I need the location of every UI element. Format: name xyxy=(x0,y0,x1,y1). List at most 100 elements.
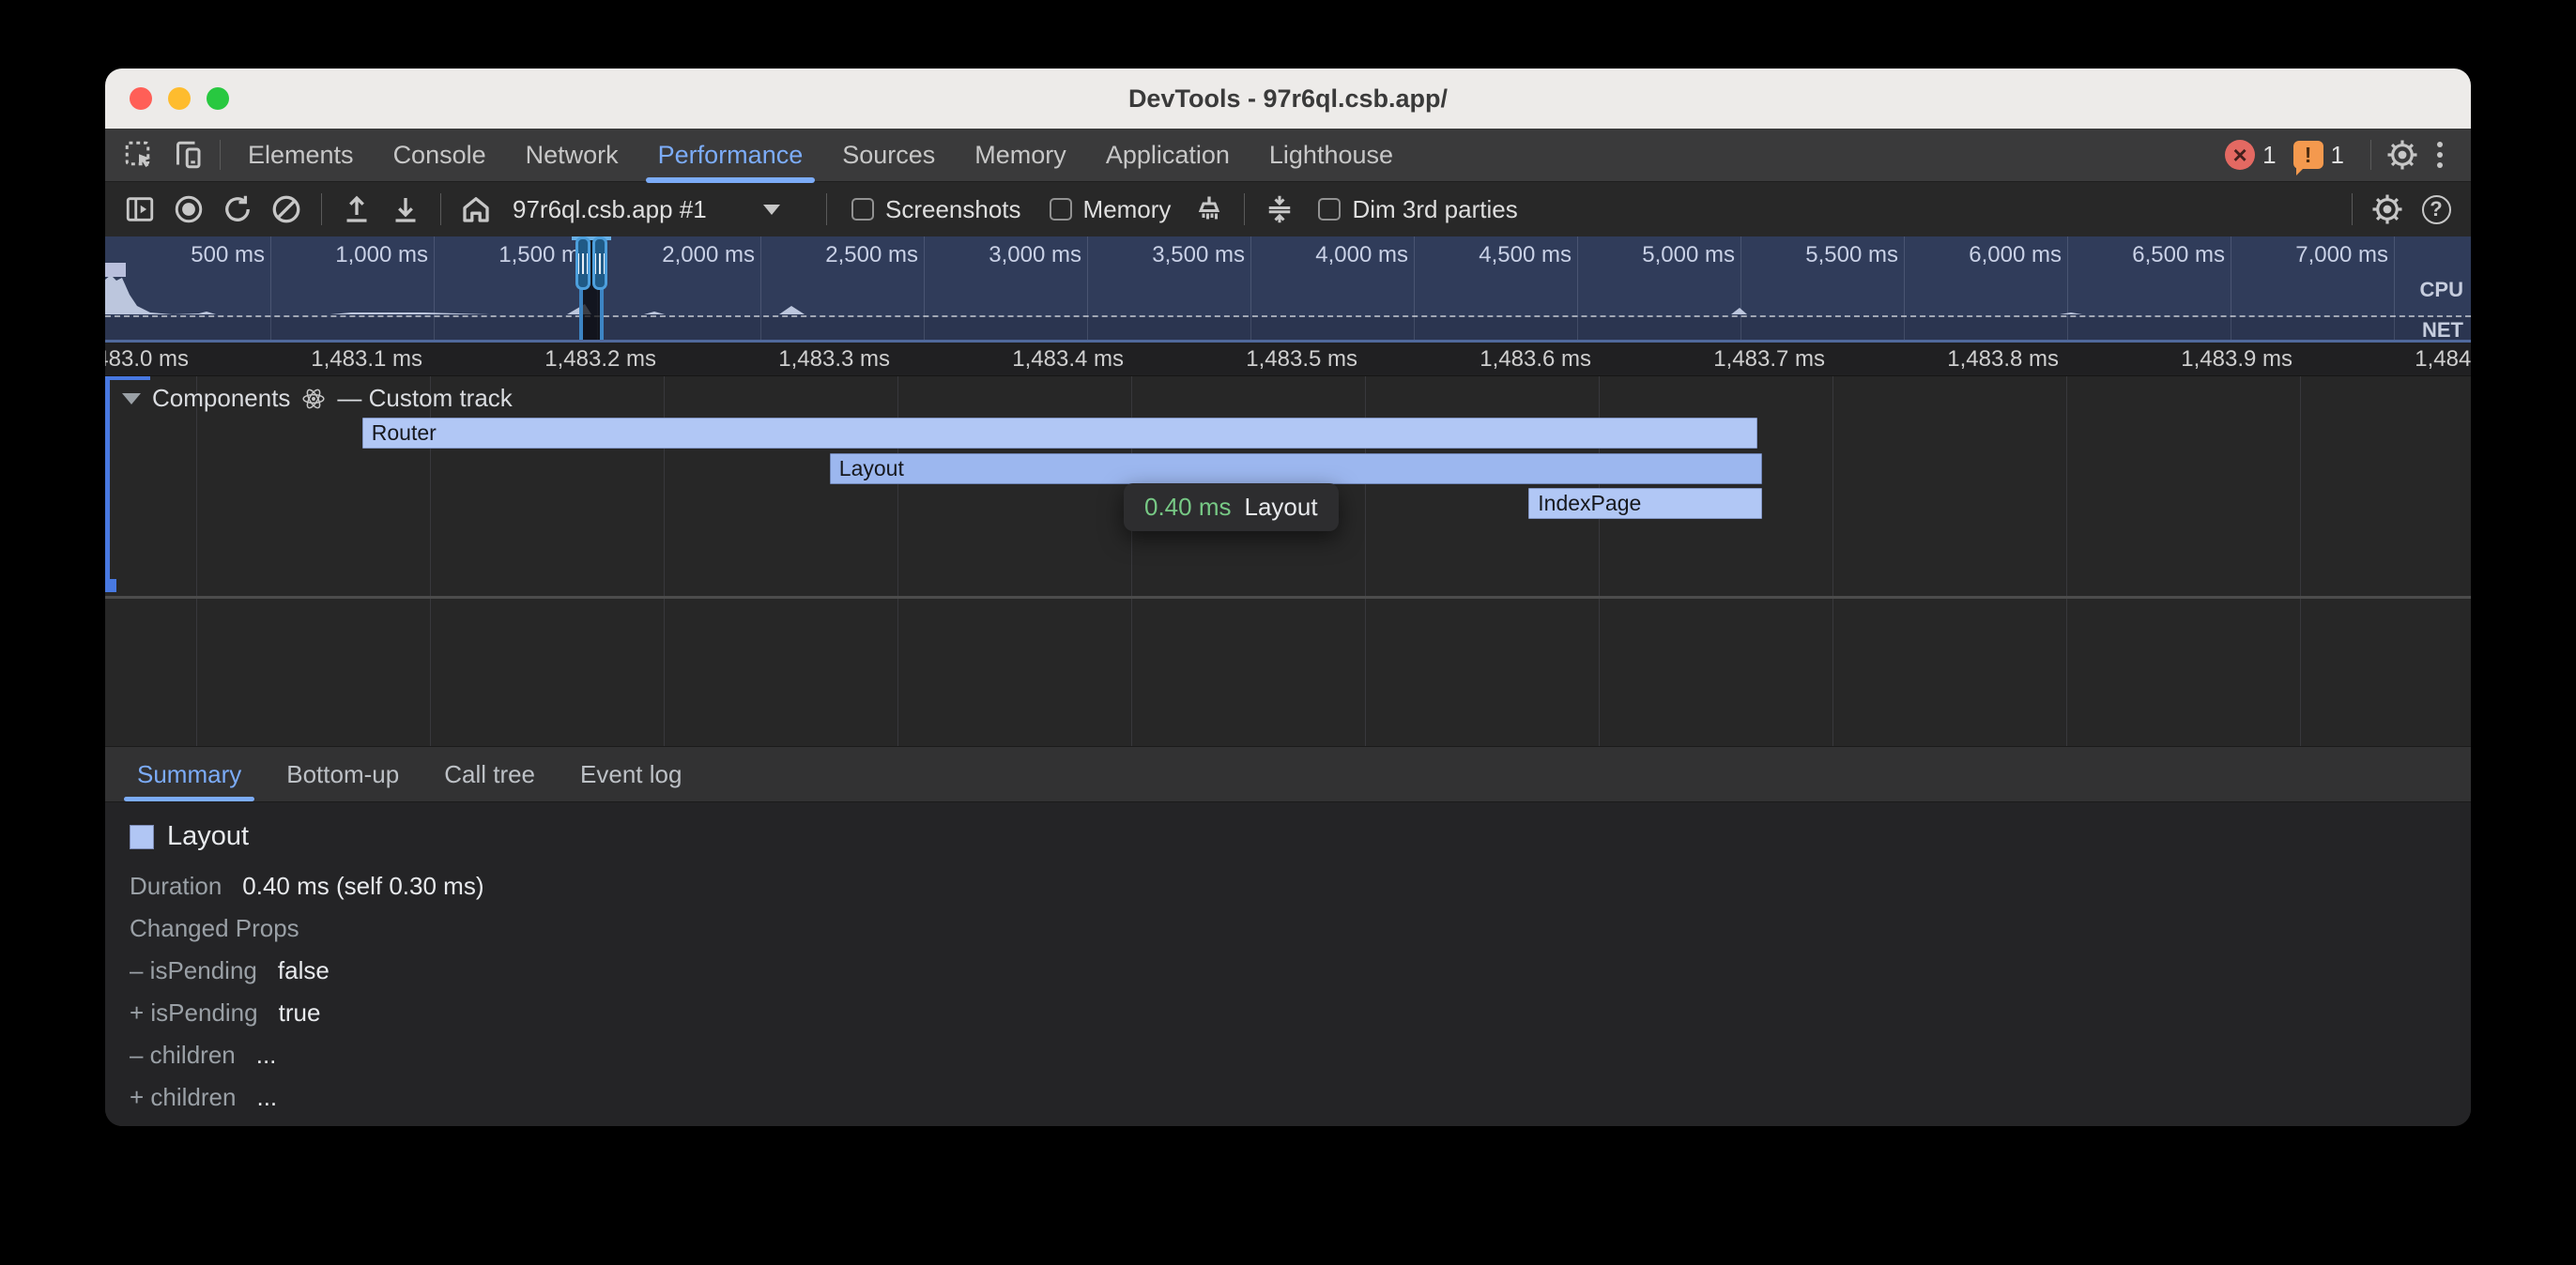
devtools-tab-bar: ElementsConsoleNetworkPerformanceSources… xyxy=(105,129,2471,182)
help-icon[interactable]: ? xyxy=(2415,188,2458,231)
error-badge-icon[interactable]: × xyxy=(2225,140,2255,170)
summary-row-value: ... xyxy=(256,1040,277,1070)
selection-handle-left[interactable] xyxy=(575,236,590,290)
summary-title-row: Layout xyxy=(130,821,2471,852)
flame-event-router[interactable]: Router xyxy=(362,418,1758,449)
overview-tick-label: 5,000 ms xyxy=(1642,242,1735,268)
summary-row-ispending: + isPendingtrue xyxy=(130,998,2471,1028)
track-name: Components xyxy=(152,384,290,413)
details-tab-bottom-up[interactable]: Bottom-up xyxy=(264,747,422,801)
summary-row-ispending: – isPendingfalse xyxy=(130,955,2471,985)
flame-chart-area[interactable]: Components — Custom track Router Layout In… xyxy=(105,376,2471,746)
summary-row-value: false xyxy=(278,955,330,985)
issue-count: 1 xyxy=(2331,141,2344,170)
summary-row-label: + children xyxy=(130,1082,236,1112)
summary-row-value: 0.40 ms (self 0.30 ms) xyxy=(242,871,483,901)
detail-tick-label: 1,483.8 ms xyxy=(1947,346,2059,373)
screenshots-checkbox[interactable]: Screenshots xyxy=(840,195,1033,224)
selection-edge-left[interactable] xyxy=(579,285,583,340)
device-toolbar-icon[interactable] xyxy=(163,129,212,181)
detail-tick-label: 1,483.2 ms xyxy=(544,346,656,373)
upload-profile-icon[interactable] xyxy=(335,188,378,231)
minimize-window-button[interactable] xyxy=(168,87,191,110)
overview-tick-label: 2,500 ms xyxy=(825,242,918,268)
checkbox-icon xyxy=(1050,198,1072,221)
detail-tick-label: 1,483.1 ms xyxy=(311,346,422,373)
settings-gear-icon[interactable] xyxy=(2381,133,2424,176)
checkbox-label: Screenshots xyxy=(885,195,1021,224)
track-selected-accent-nub xyxy=(105,579,116,592)
detail-time-ruler[interactable]: 1,483.0 ms1,483.1 ms1,483.2 ms1,483.3 ms… xyxy=(105,343,2471,376)
close-window-button[interactable] xyxy=(130,87,152,110)
divider xyxy=(2370,140,2371,170)
performance-toolbar: 97r6ql.csb.app #1 Screenshots Memory xyxy=(105,182,2471,236)
tab-application[interactable]: Application xyxy=(1086,129,1250,181)
tab-bar-right: × 1 ! 1 xyxy=(2225,129,2471,181)
overview-tick-label: 500 ms xyxy=(191,242,265,268)
capture-settings-gear-icon[interactable] xyxy=(2366,188,2409,231)
divider xyxy=(1244,193,1245,225)
inspect-element-icon[interactable] xyxy=(115,129,163,181)
more-options-icon[interactable] xyxy=(2424,134,2456,175)
memory-checkbox[interactable]: Memory xyxy=(1038,195,1183,224)
title-bar: DevTools - 97r6ql.csb.app/ xyxy=(105,69,2471,129)
detail-tick-label: 1,483.0 ms xyxy=(105,346,189,373)
tab-memory[interactable]: Memory xyxy=(955,129,1086,181)
record-icon[interactable] xyxy=(167,188,210,231)
flame-event-layout[interactable]: Layout xyxy=(830,453,1763,484)
devtools-window: DevTools - 97r6ql.csb.app/ ElementsConso… xyxy=(105,69,2471,1126)
collect-garbage-icon[interactable] xyxy=(1188,188,1231,231)
summary-title: Layout xyxy=(167,821,249,852)
tab-sources[interactable]: Sources xyxy=(822,129,955,181)
details-tab-call-tree[interactable]: Call tree xyxy=(422,747,558,801)
detail-tick-label: 1,483.6 ms xyxy=(1480,346,1591,373)
traffic-lights xyxy=(130,69,229,129)
network-lane xyxy=(105,317,2471,340)
detail-tick-label: 1,483.9 ms xyxy=(2181,346,2292,373)
overview-tick-label: 6,000 ms xyxy=(1969,242,2062,268)
reload-record-icon[interactable] xyxy=(216,188,259,231)
timeline-overview[interactable]: 500 ms1,000 ms1,500 ms2,000 ms2,500 ms3,… xyxy=(105,236,2471,343)
selection-handle-right[interactable] xyxy=(592,236,607,290)
tab-lighthouse[interactable]: Lighthouse xyxy=(1250,129,1413,181)
dim-3rd-parties-checkbox[interactable]: Dim 3rd parties xyxy=(1307,195,1528,224)
home-icon[interactable] xyxy=(454,188,498,231)
target-selector[interactable]: 97r6ql.csb.app #1 xyxy=(503,195,813,224)
collapse-tracks-icon[interactable] xyxy=(1258,188,1301,231)
summary-row-children: – children... xyxy=(130,1040,2471,1070)
details-tab-bar: SummaryBottom-upCall treeEvent log xyxy=(105,746,2471,802)
summary-row-duration: Duration0.40 ms (self 0.30 ms) xyxy=(130,871,2471,901)
detail-tick-label: 1,483.7 ms xyxy=(1713,346,1825,373)
flame-event-indexpage[interactable]: IndexPage xyxy=(1528,488,1762,519)
download-profile-icon[interactable] xyxy=(384,188,427,231)
clear-icon[interactable] xyxy=(265,188,308,231)
tab-console[interactable]: Console xyxy=(374,129,506,181)
target-selector-value: 97r6ql.csb.app #1 xyxy=(513,195,707,224)
zoom-window-button[interactable] xyxy=(207,87,229,110)
tab-network[interactable]: Network xyxy=(506,129,638,181)
tab-elements[interactable]: Elements xyxy=(228,129,374,181)
checkbox-label: Memory xyxy=(1083,195,1172,224)
selection-edge-right[interactable] xyxy=(600,285,604,340)
detail-tick-label: 1,484.0 ms xyxy=(2415,346,2471,373)
divider xyxy=(440,193,441,225)
toggle-sidebar-icon[interactable] xyxy=(118,188,161,231)
panel-tabs: ElementsConsoleNetworkPerformanceSources… xyxy=(228,129,1413,181)
track-header-components[interactable]: Components — Custom track xyxy=(122,384,513,413)
tab-performance[interactable]: Performance xyxy=(638,129,823,181)
divider xyxy=(220,140,221,170)
details-tab-event-log[interactable]: Event log xyxy=(558,747,704,801)
overview-tick-label: 3,500 ms xyxy=(1152,242,1245,268)
tooltip-duration: 0.40 ms xyxy=(1144,493,1232,522)
overview-tick-label: 6,500 ms xyxy=(2132,242,2225,268)
issues-badge-icon[interactable]: ! xyxy=(2293,141,2323,169)
overview-tick-label: 2,000 ms xyxy=(662,242,755,268)
chevron-down-icon xyxy=(763,205,780,215)
cpu-lane-label: CPU xyxy=(2420,278,2463,302)
grid-line xyxy=(2300,376,2301,746)
summary-row-value: true xyxy=(279,998,321,1028)
question-mark-icon: ? xyxy=(2422,195,2451,224)
details-tab-summary[interactable]: Summary xyxy=(115,747,264,801)
summary-row-changed-props: Changed Props xyxy=(130,913,2471,943)
summary-row-children: + children... xyxy=(130,1082,2471,1112)
